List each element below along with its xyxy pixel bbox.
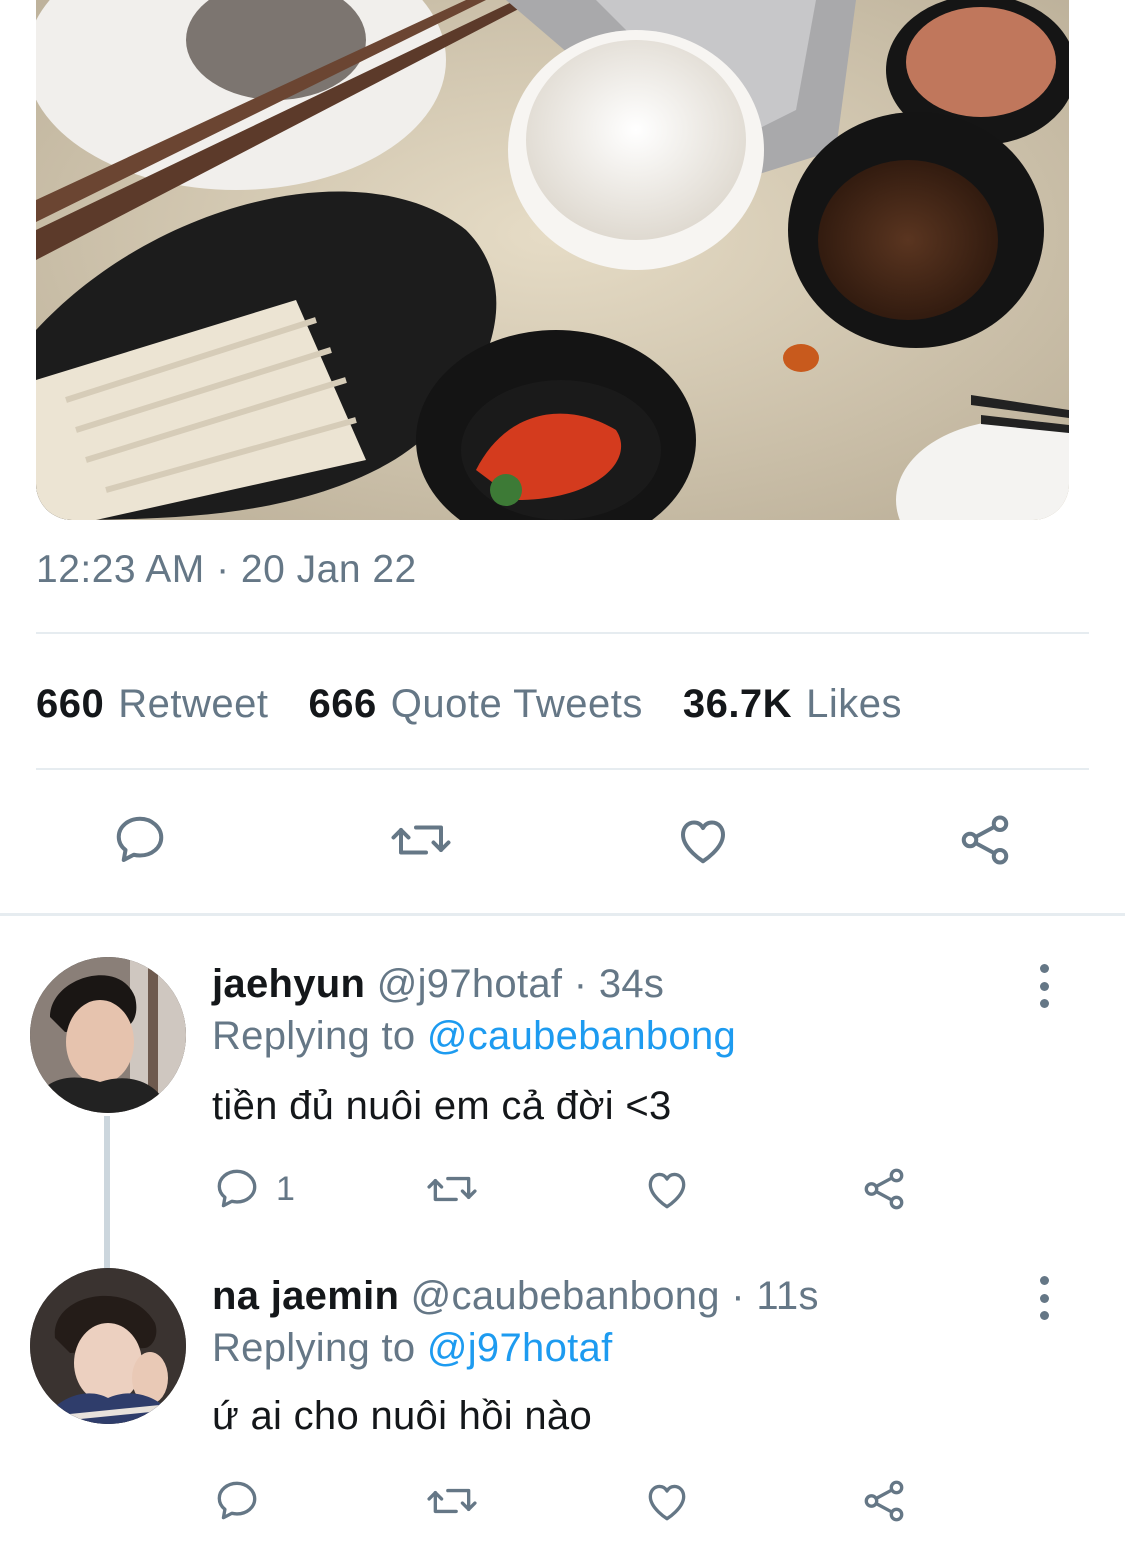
food-table-photo — [36, 0, 1069, 520]
retweet-button[interactable] — [424, 1164, 480, 1214]
share-button[interactable] — [954, 810, 1016, 870]
more-options-button[interactable] — [1026, 964, 1062, 1008]
share-button[interactable] — [858, 1164, 910, 1214]
like-button[interactable] — [640, 1164, 694, 1214]
reply-action-bar: 1 — [0, 1164, 1125, 1220]
like-icon — [648, 1172, 686, 1209]
quote-tweets-label: Quote Tweets — [390, 681, 643, 726]
avatar[interactable] — [30, 1268, 186, 1424]
user-handle[interactable]: @caubebanbong — [411, 1274, 720, 1318]
user-handle[interactable]: @j97hotaf — [377, 962, 563, 1006]
retweet-count: 660 — [36, 681, 105, 726]
tweet-timestamp: 12:23 AM · 20 Jan 22 — [36, 548, 417, 591]
reply-icon — [217, 1481, 257, 1520]
divider — [36, 632, 1089, 634]
reply-header: jaehyun @j97hotaf · 34s — [212, 962, 664, 1007]
reply-text: ứ ai cho nuôi hồi nào — [212, 1394, 593, 1438]
quote-tweets-stat[interactable]: 666 Quote Tweets — [309, 682, 643, 727]
share-button[interactable] — [858, 1476, 910, 1526]
avatar[interactable] — [30, 957, 186, 1113]
section-divider — [0, 913, 1125, 916]
replying-to: Replying to @j97hotaf — [212, 1326, 613, 1371]
replying-prefix: Replying to — [212, 1326, 416, 1370]
likes-count: 36.7K — [682, 681, 793, 726]
display-name[interactable]: na jaemin — [212, 1274, 399, 1318]
like-button[interactable] — [672, 810, 734, 870]
separator-dot: · — [573, 962, 588, 1006]
share-icon — [864, 1480, 904, 1522]
like-icon — [648, 1484, 686, 1521]
more-icon — [1039, 1276, 1049, 1285]
retweet-icon — [427, 1488, 477, 1514]
more-options-button[interactable] — [1026, 1276, 1062, 1320]
retweet-icon — [391, 825, 451, 855]
reply-text: tiền đủ nuôi em cả đời <3 — [212, 1084, 672, 1128]
display-name[interactable]: jaehyun — [212, 962, 365, 1006]
reply-count: 1 — [276, 1169, 295, 1208]
retweet-stat[interactable]: 660 Retweet — [36, 682, 269, 727]
more-icon — [1039, 964, 1049, 973]
retweet-button[interactable] — [388, 810, 454, 870]
avatar-photo — [30, 1268, 186, 1424]
avatar-photo — [30, 957, 186, 1113]
replying-prefix: Replying to — [212, 1014, 416, 1058]
likes-stat[interactable]: 36.7K Likes — [683, 682, 902, 727]
share-icon — [961, 815, 1009, 865]
quote-tweets-count: 666 — [308, 681, 377, 726]
divider — [36, 768, 1089, 770]
share-icon — [864, 1168, 904, 1210]
retweet-label: Retweet — [118, 681, 269, 726]
engagement-stats: 660 Retweet 666 Quote Tweets 36.7K Likes — [36, 676, 942, 732]
reply-icon — [116, 816, 164, 862]
mention-link[interactable]: @caubebanbong — [427, 1014, 736, 1058]
retweet-button[interactable] — [424, 1476, 480, 1526]
tweet-action-bar — [0, 800, 1125, 884]
reply-button[interactable]: 1 — [212, 1164, 295, 1214]
separator-dot: · — [731, 1274, 745, 1318]
tweet-media-photo[interactable] — [36, 0, 1069, 520]
reply-time: 34s — [598, 962, 665, 1006]
like-icon — [681, 820, 725, 864]
reply-action-bar — [0, 1476, 1125, 1532]
reply-header: na jaemin @caubebanbong · 11s — [212, 1274, 819, 1319]
mention-link[interactable]: @j97hotaf — [427, 1326, 613, 1370]
like-button[interactable] — [640, 1476, 694, 1526]
reply-icon — [217, 1169, 257, 1208]
reply-button[interactable] — [110, 810, 170, 870]
reply-button[interactable] — [212, 1476, 276, 1526]
likes-label: Likes — [806, 681, 902, 726]
retweet-icon — [427, 1176, 477, 1202]
replying-to: Replying to @caubebanbong — [212, 1014, 736, 1059]
reply-time: 11s — [756, 1274, 819, 1318]
